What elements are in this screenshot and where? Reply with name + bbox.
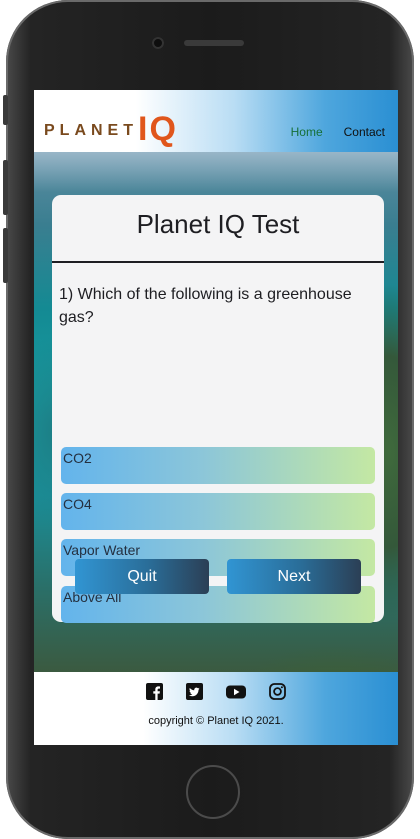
site-footer: copyright © Planet IQ 2021. [34,672,398,745]
quiz-title: Planet IQ Test [136,209,300,239]
phone-frame: PLANET IQ Home Contact Planet IQ Test 1)… [3,0,414,839]
speaker-grille [184,40,244,46]
facebook-icon[interactable] [146,683,163,700]
phone-screen: PLANET IQ Home Contact Planet IQ Test 1)… [34,90,398,745]
home-button[interactable] [186,765,240,819]
question-text: 1) Which of the following is a greenhous… [59,286,352,326]
youtube-icon[interactable] [226,683,246,700]
logo-text-planet: PLANET [44,122,138,139]
logo-text-iq: IQ [138,110,178,148]
copyright-text: copyright © Planet IQ 2021. [148,715,284,727]
logo[interactable]: PLANET IQ [44,106,178,146]
answer-option[interactable]: CO2 [61,447,375,484]
main-nav: Home Contact [291,125,385,139]
quiz-card: Planet IQ Test 1) Which of the following… [52,195,384,623]
twitter-icon[interactable] [186,683,203,700]
social-links [34,683,398,700]
nav-link-home[interactable]: Home [291,125,323,139]
camera-icon [152,37,164,49]
title-divider [52,261,384,263]
next-button[interactable]: Next [227,559,361,594]
quit-button[interactable]: Quit [75,559,209,594]
site-header: PLANET IQ Home Contact [34,90,398,152]
phone-volume-down [3,228,8,283]
instagram-icon[interactable] [269,683,286,700]
phone-side-button [3,95,8,125]
phone-volume-up [3,160,8,215]
answer-option[interactable]: CO4 [61,493,375,530]
nav-link-contact[interactable]: Contact [344,125,385,139]
